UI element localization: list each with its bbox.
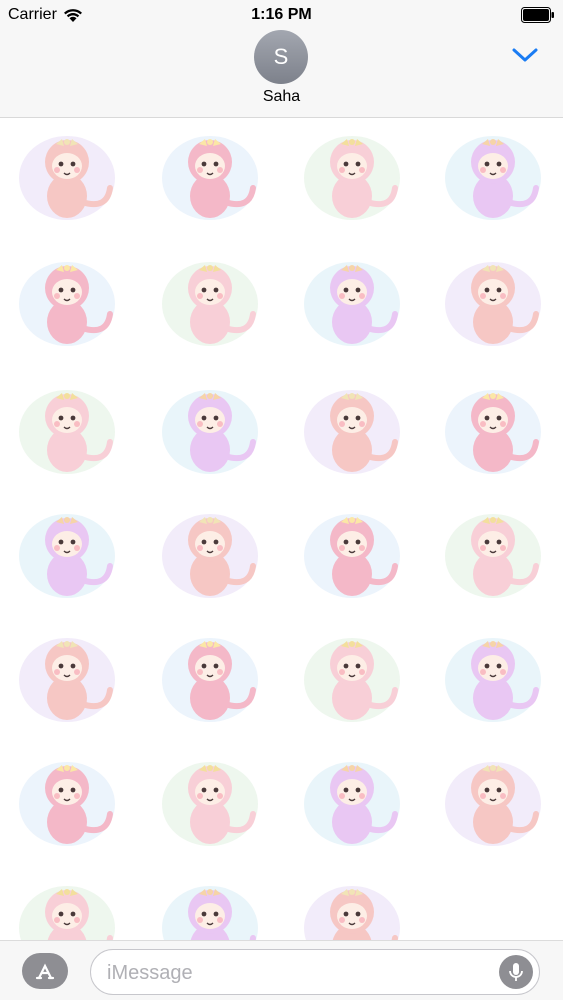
sticker-monkey-chefs[interactable] <box>438 624 548 728</box>
sticker-monkey-green-cloud[interactable] <box>12 872 122 940</box>
sticker-monkey-blanket-sleeping[interactable] <box>297 748 407 852</box>
sticker-monkey-sleeping-moon[interactable] <box>12 376 122 480</box>
sticker-monkeys-cuddling[interactable] <box>155 624 265 728</box>
sticker-image <box>304 638 400 722</box>
sticker-monkey-hearts-couple[interactable] <box>155 376 265 480</box>
sticker-monkey-bow-covering-face[interactable] <box>438 500 548 604</box>
sticker-image <box>162 514 258 598</box>
sticker-monkey-cat-costume-pink[interactable] <box>12 248 122 352</box>
status-time: 1:16 PM <box>251 6 312 23</box>
microphone-icon <box>509 963 523 981</box>
sticker-image <box>445 638 541 722</box>
message-input-placeholder: iMessage <box>107 962 193 984</box>
appstore-icon <box>35 963 55 980</box>
sticker-monkeys-grocery-cart[interactable] <box>297 376 407 480</box>
sticker-two-babies-sleeping[interactable] <box>155 248 265 352</box>
sticker-image <box>445 390 541 474</box>
sticker-image <box>304 762 400 846</box>
sticker-image <box>162 762 258 846</box>
sticker-image <box>445 514 541 598</box>
sticker-two-kids-winter-hats[interactable] <box>12 122 122 226</box>
contact-name[interactable]: Saha <box>0 88 563 106</box>
sticker-monkey-wolf-costume[interactable] <box>438 248 548 352</box>
sticker-monkey-heart-cat[interactable] <box>297 122 407 226</box>
sticker-monkeys-hugging[interactable] <box>12 624 122 728</box>
sticker-image <box>19 514 115 598</box>
contact-avatar[interactable]: S <box>254 30 308 84</box>
sticker-monkey-maid-tray[interactable] <box>12 748 122 852</box>
sticker-image <box>162 136 258 220</box>
sticker-image <box>162 390 258 474</box>
sticker-image <box>304 136 400 220</box>
sticker-monkeys-heart-background[interactable] <box>155 872 265 940</box>
sticker-monkeys-house-window[interactable] <box>12 500 122 604</box>
sticker-monkey-sheep-ok-sign[interactable] <box>155 500 265 604</box>
sticker-monkey-heart-balloon[interactable] <box>297 624 407 728</box>
sticker-image <box>19 262 115 346</box>
microphone-button[interactable] <box>499 955 533 989</box>
sticker-monkey-detective[interactable] <box>155 748 265 852</box>
sticker-monkeys-kissing[interactable] <box>438 376 548 480</box>
sticker-monkey-shivering[interactable] <box>438 122 548 226</box>
appstore-button[interactable] <box>22 953 68 989</box>
battery-icon <box>521 7 554 23</box>
sticker-monkey-cat-costume-bow[interactable] <box>155 122 265 226</box>
chevron-down-icon[interactable] <box>511 46 539 64</box>
sticker-image <box>445 762 541 846</box>
sticker-image <box>19 136 115 220</box>
sticker-image <box>19 638 115 722</box>
sticker-monkey-worried[interactable] <box>297 248 407 352</box>
sticker-image <box>162 886 258 940</box>
sticker-monkey-night-sky[interactable] <box>297 500 407 604</box>
sticker-image <box>445 262 541 346</box>
sticker-image <box>19 390 115 474</box>
sticker-image <box>162 262 258 346</box>
avatar-initial: S <box>273 44 289 69</box>
sticker-grid <box>0 120 563 940</box>
sticker-image <box>304 886 400 940</box>
message-bar: iMessage <box>0 940 563 1000</box>
message-input[interactable]: iMessage <box>90 949 540 995</box>
sticker-monkey-ok-sign-purple-hat[interactable] <box>438 748 548 852</box>
sticker-image <box>162 638 258 722</box>
sticker-image <box>445 136 541 220</box>
sticker-monkey-bow-cat-friend[interactable] <box>297 872 407 940</box>
sticker-image <box>19 762 115 846</box>
sticker-image <box>304 262 400 346</box>
conversation-header: S Saha <box>0 30 563 118</box>
sticker-image <box>304 514 400 598</box>
sticker-image <box>304 390 400 474</box>
sticker-image <box>19 886 115 940</box>
status-bar: Carrier 1:16 PM <box>0 0 563 30</box>
